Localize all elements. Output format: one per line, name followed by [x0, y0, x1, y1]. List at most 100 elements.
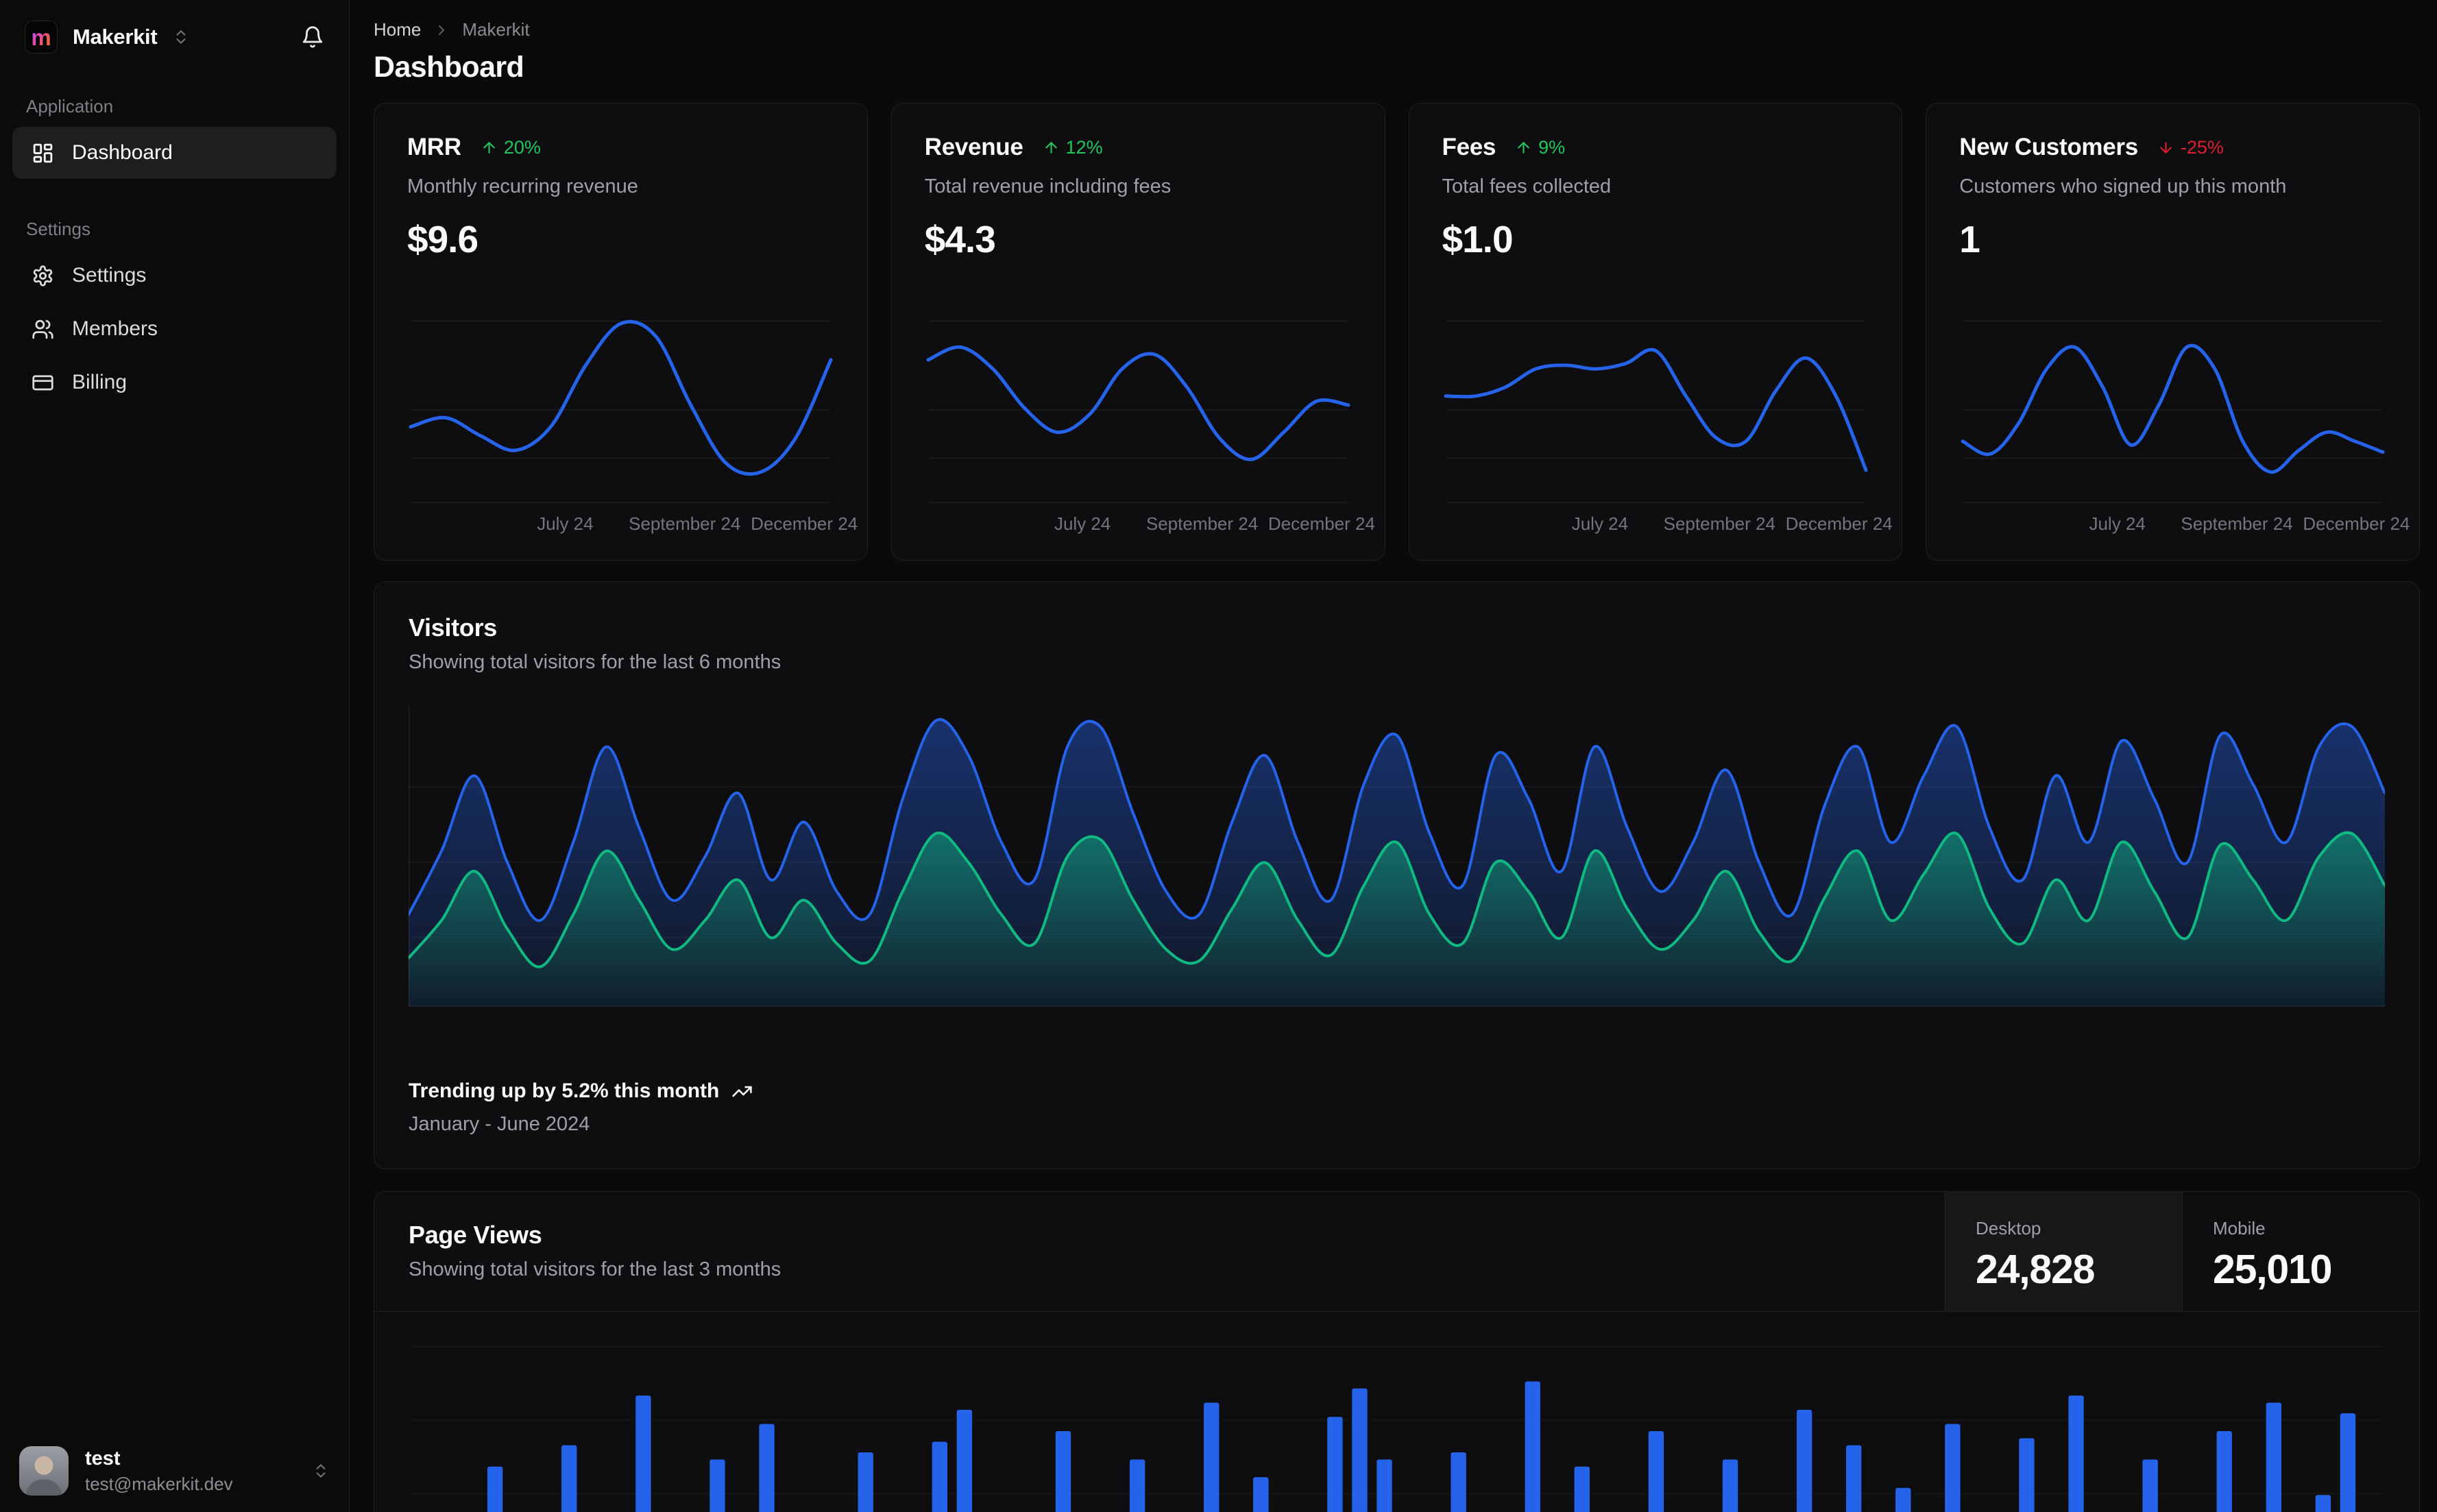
avatar — [19, 1446, 69, 1496]
stat-value: $1.0 — [1442, 218, 1514, 260]
sidebar-section-application: Application — [26, 96, 114, 117]
stat-description: Total revenue including fees — [924, 175, 1172, 197]
visitors-period: January - June 2024 — [409, 1113, 590, 1135]
sidebar-item-label: Settings — [72, 264, 147, 286]
sidebar-item-members[interactable]: Members — [12, 303, 337, 355]
trending-up-icon — [732, 1086, 753, 1097]
x-axis-labels: July 24 September 24 December 24 — [1442, 513, 1893, 537]
app-logo-letter: m — [31, 24, 51, 50]
x-tick: July 24 — [2089, 513, 2146, 534]
desktop-label: Desktop — [1976, 1218, 2041, 1239]
stat-description: Monthly recurring revenue — [407, 175, 638, 197]
toggle-desktop[interactable]: Desktop 24,828 — [1945, 1192, 2182, 1311]
sidebar-section-settings: Settings — [26, 219, 90, 239]
sidebar-item-dashboard[interactable]: Dashboard — [12, 127, 337, 179]
sidebar-item-label: Members — [72, 317, 158, 340]
trend-badge: 9% — [1515, 137, 1565, 158]
stat-description: Total fees collected — [1442, 175, 1612, 197]
x-tick: September 24 — [629, 513, 741, 534]
x-tick: July 24 — [537, 513, 594, 534]
x-axis-labels: July 24 September 24 December 24 — [407, 513, 858, 537]
visitors-area-chart — [409, 705, 2385, 1007]
sidebar-item-label: Billing — [72, 371, 128, 393]
visitors-subtitle: Showing total visitors for the last 6 mo… — [409, 651, 781, 673]
x-tick: December 24 — [751, 513, 858, 534]
x-tick: July 24 — [1054, 513, 1111, 534]
arrow-up-icon — [483, 141, 495, 154]
trend-value: -25% — [2180, 136, 2224, 158]
stat-description: Customers who signed up this month — [1959, 175, 2287, 197]
fees-sparkline-chart — [1442, 305, 1869, 507]
user-email: test@makerkit.dev — [85, 1474, 233, 1495]
trend-badge: 12% — [1043, 137, 1103, 158]
dashboard-icon — [32, 142, 54, 164]
stat-title: New Customers — [1959, 134, 2138, 160]
breadcrumb-home-link[interactable]: Home — [374, 19, 421, 40]
page-views-title: Page Views — [409, 1221, 542, 1249]
stat-card-revenue: Revenue 12% Total revenue including fees… — [890, 103, 1385, 561]
visitors-card: Visitors Showing total visitors for the … — [374, 581, 2420, 1169]
page-views-bar-chart — [409, 1324, 2385, 1512]
arrow-down-icon — [2160, 141, 2172, 154]
app-name: Makerkit — [73, 25, 158, 49]
stat-card-mrr: MRR 20% Monthly recurring revenue $9.6 J… — [374, 103, 868, 561]
stat-title: Fees — [1442, 134, 1496, 160]
gear-icon — [32, 265, 54, 287]
x-tick: December 24 — [2303, 513, 2410, 534]
user-meta: test test@makerkit.dev — [85, 1447, 233, 1496]
trend-value: 9% — [1538, 136, 1566, 158]
stat-value: $4.3 — [924, 218, 996, 260]
page-title: Dashboard — [374, 51, 524, 84]
sidebar-item-settings[interactable]: Settings — [12, 249, 337, 302]
stat-value: 1 — [1959, 218, 1980, 260]
bell-icon — [301, 25, 324, 49]
page-views-header: Page Views Showing total visitors for th… — [374, 1192, 2419, 1312]
stat-title: Revenue — [924, 134, 1023, 160]
stat-title: MRR — [407, 134, 461, 160]
main-content: Home Makerkit Dashboard MRR 20% Monthly … — [350, 0, 2437, 1512]
trend-value: 12% — [1065, 136, 1103, 158]
breadcrumb: Home Makerkit — [374, 19, 2420, 40]
arrow-up-icon — [1518, 141, 1529, 154]
x-tick: July 24 — [1571, 513, 1629, 534]
chevron-right-icon — [433, 22, 450, 38]
mobile-value: 25,010 — [2213, 1247, 2332, 1292]
trend-badge: -25% — [2157, 137, 2224, 158]
chevrons-up-down-icon — [312, 1462, 330, 1480]
app-logo: m — [25, 21, 58, 53]
visitors-footer: Trending up by 5.2% this month January -… — [409, 1080, 2385, 1136]
x-tick: December 24 — [1268, 513, 1375, 534]
revenue-sparkline-chart — [925, 305, 1352, 507]
x-tick: September 24 — [2181, 513, 2293, 534]
toggle-mobile[interactable]: Mobile 25,010 — [2182, 1192, 2419, 1311]
sidebar-nav-application: Dashboard — [0, 127, 349, 179]
notifications-button[interactable] — [301, 25, 324, 49]
stat-card-new-customers: New Customers -25% Customers who signed … — [1926, 103, 2420, 561]
sidebar-item-label: Dashboard — [72, 141, 173, 164]
users-icon — [32, 318, 54, 341]
visitors-trend-text: Trending up by 5.2% this month — [409, 1080, 720, 1102]
mobile-label: Mobile — [2213, 1218, 2266, 1239]
sidebar-item-billing[interactable]: Billing — [12, 356, 337, 409]
trend-badge: 20% — [481, 137, 541, 158]
x-tick: September 24 — [1145, 513, 1259, 534]
stat-cards-row: MRR 20% Monthly recurring revenue $9.6 J… — [374, 103, 2420, 561]
sidebar-nav-settings: Settings Members Billing — [0, 249, 349, 409]
x-axis-labels: July 24 September 24 December 24 — [1959, 513, 2410, 537]
team-switcher[interactable]: m Makerkit — [0, 21, 349, 53]
page-views-subtitle: Showing total visitors for the last 3 mo… — [409, 1258, 781, 1280]
sidebar: m Makerkit Application Dashboard Setting… — [0, 0, 350, 1512]
arrow-up-icon — [1045, 141, 1057, 154]
user-name: test — [85, 1447, 121, 1470]
stat-value: $9.6 — [407, 218, 478, 260]
visitors-title: Visitors — [409, 613, 497, 642]
x-tick: December 24 — [1785, 513, 1893, 534]
chevrons-up-down-icon — [172, 28, 190, 46]
stat-card-fees: Fees 9% Total fees collected $1.0 July 2… — [1408, 103, 1903, 561]
breadcrumb-current: Makerkit — [462, 19, 530, 40]
x-tick: September 24 — [1663, 513, 1775, 534]
credit-card-icon — [32, 371, 54, 394]
user-menu[interactable]: test test@makerkit.dev — [19, 1446, 330, 1496]
trend-value: 20% — [503, 136, 541, 158]
desktop-value: 24,828 — [1976, 1247, 2095, 1292]
